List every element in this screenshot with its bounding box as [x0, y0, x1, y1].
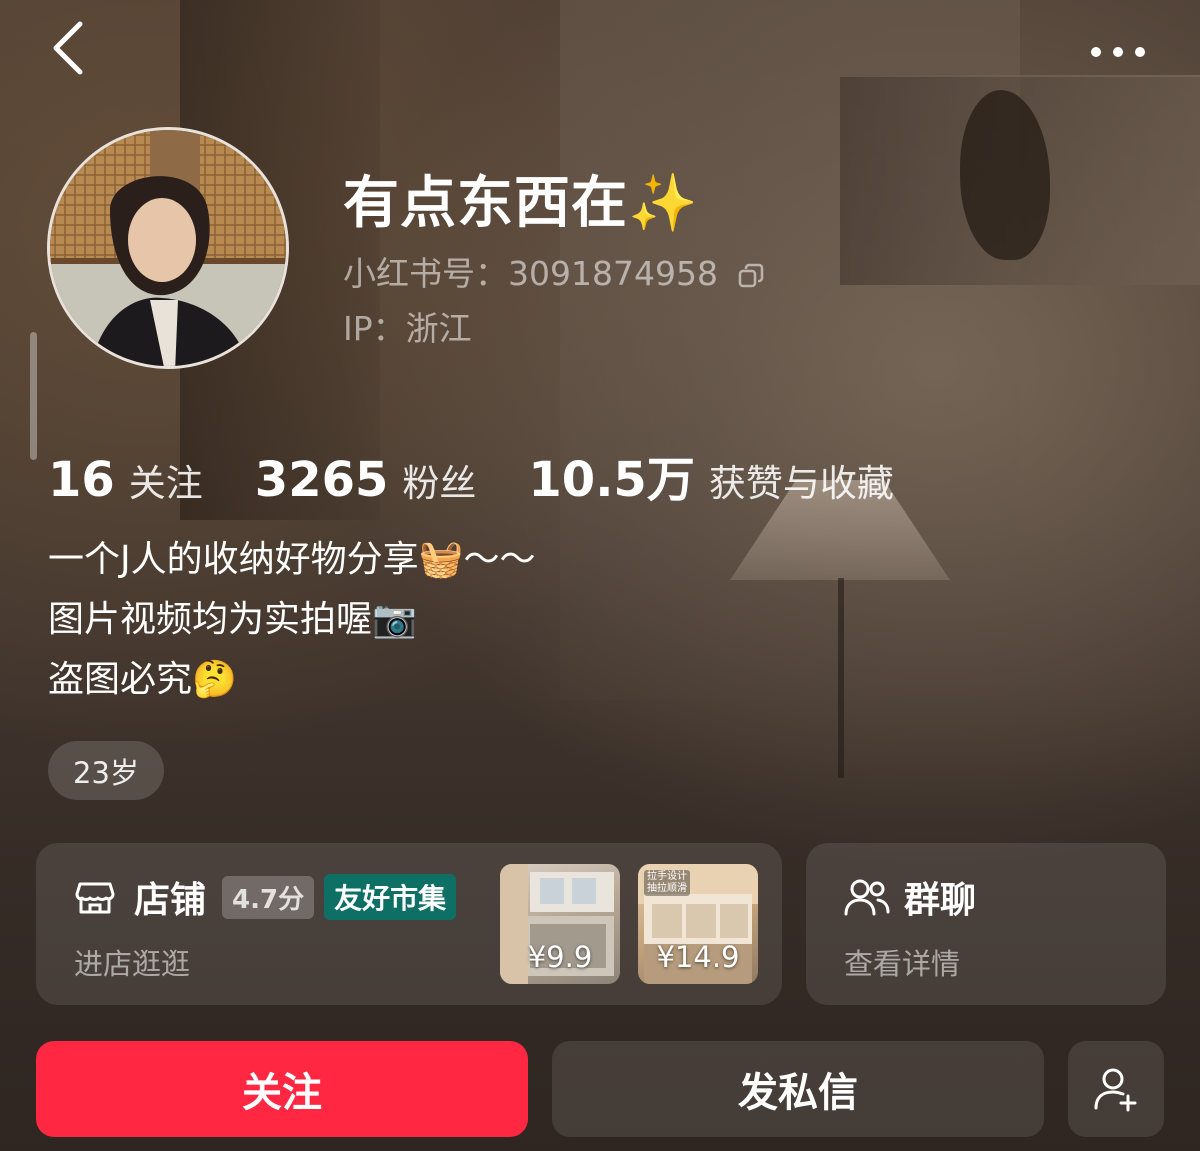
- user-id-text: 小红书号：3091874958: [343, 254, 718, 293]
- more-button[interactable]: [1080, 30, 1160, 74]
- ip-location: IP：浙江: [343, 309, 472, 348]
- stat-label: 粉丝: [402, 462, 477, 505]
- add-friend-button[interactable]: [1068, 1041, 1164, 1137]
- profile-name-text: 有点东西在: [343, 171, 628, 236]
- group-chat-card[interactable]: 群聊 查看详情: [806, 843, 1166, 1005]
- stat-value: 10.5万: [528, 452, 695, 508]
- stats-row: 16 关注 3265 粉丝 10.5万 获赞与收藏: [48, 440, 946, 510]
- shop-rating-badge: 4.7分: [222, 875, 315, 919]
- product-price: ¥9.9: [527, 940, 593, 974]
- product-price: ¥14.9: [656, 940, 740, 974]
- shop-title: 店铺: [134, 880, 207, 921]
- shop-card[interactable]: 店铺 4.7分 友好市集 进店逛逛 ¥9.9 拉手设计 抽拉顺滑 ¥14.9: [36, 843, 782, 1005]
- group-subtitle: 查看详情: [844, 947, 961, 981]
- group-chat-icon: [844, 879, 890, 916]
- add-user-icon: [1094, 1068, 1137, 1112]
- more-dots-icon: [1091, 47, 1145, 57]
- product-thumbnail[interactable]: 拉手设计 抽拉顺滑 ¥14.9: [638, 864, 758, 984]
- sparkles-icon: ✨: [628, 171, 699, 236]
- avatar[interactable]: [47, 127, 289, 369]
- bio: 一个J人的收纳好物分享🧺～～ 图片视频均为实拍喔📷 盗图必究🤔: [48, 530, 535, 710]
- scroll-indicator: [30, 332, 37, 460]
- shop-icon: [75, 882, 115, 914]
- stat-value: 3265: [254, 452, 389, 508]
- profile-name: 有点东西在✨: [343, 158, 699, 239]
- stat-likes-collections[interactable]: 10.5万 获赞与收藏: [528, 440, 893, 510]
- age-tag: 23岁: [48, 741, 164, 800]
- top-bar: [0, 0, 1200, 100]
- stat-following[interactable]: 16 关注: [48, 452, 203, 508]
- user-id: 小红书号：3091874958: [343, 247, 764, 295]
- message-button[interactable]: 发私信: [552, 1041, 1044, 1137]
- stat-followers[interactable]: 3265 粉丝: [255, 452, 477, 508]
- chevron-left-icon: [53, 21, 83, 75]
- stat-label: 获赞与收藏: [708, 462, 894, 505]
- bio-line: 一个J人的收纳好物分享🧺～～: [48, 539, 536, 580]
- shop-subtitle: 进店逛逛: [74, 947, 191, 981]
- shop-title-row: 店铺 4.7分 友好市集: [74, 871, 457, 923]
- group-title-row: 群聊: [844, 871, 976, 923]
- back-button[interactable]: [40, 18, 100, 78]
- product-tag: 拉手设计 抽拉顺滑: [644, 870, 690, 896]
- stat-value: 16: [48, 452, 115, 508]
- bio-line: 盗图必究🤔: [48, 659, 237, 700]
- follow-button[interactable]: 关注: [36, 1041, 528, 1137]
- product-thumbnail[interactable]: ¥9.9: [500, 864, 620, 984]
- copy-icon[interactable]: [738, 258, 764, 288]
- bio-line: 图片视频均为实拍喔📷: [48, 599, 417, 640]
- stat-label: 关注: [128, 462, 203, 505]
- market-badge: 友好市集: [324, 874, 457, 920]
- group-title: 群聊: [904, 880, 977, 921]
